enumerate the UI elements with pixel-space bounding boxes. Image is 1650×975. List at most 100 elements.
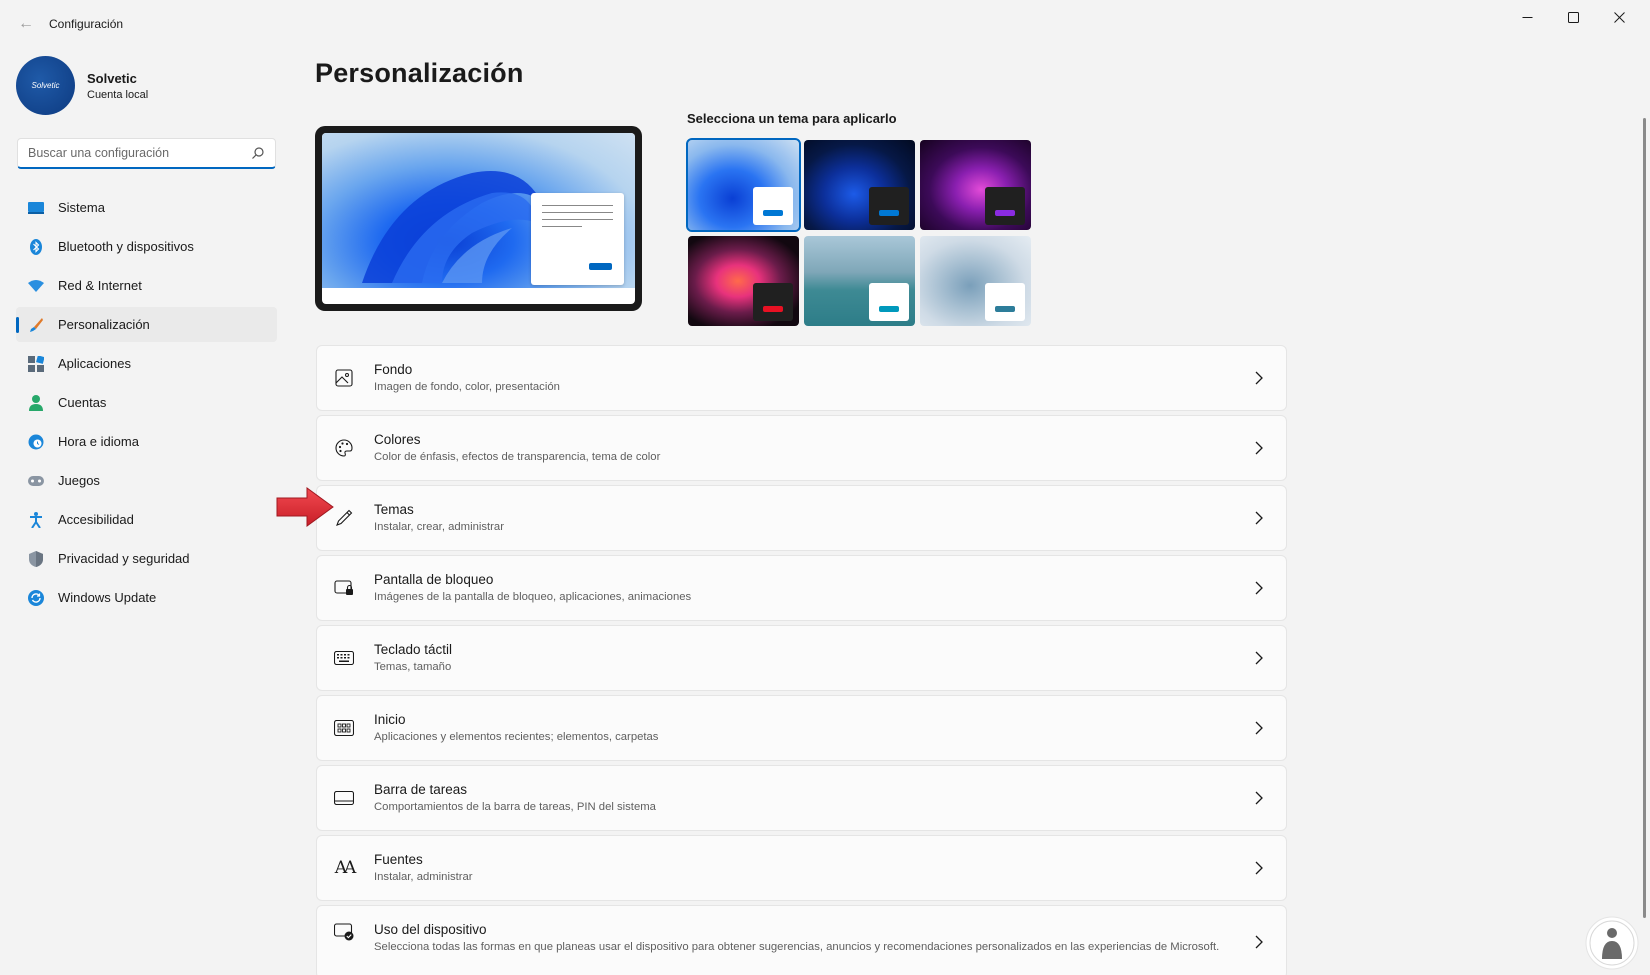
clock-globe-icon [28, 434, 44, 450]
lock-screen-icon [334, 578, 354, 598]
start-icon [334, 718, 354, 738]
theme-chip [869, 187, 909, 225]
theme-tile-flow[interactable] [920, 236, 1031, 326]
chevron-right-icon [1255, 511, 1263, 525]
sidebar-item-sistema[interactable]: Sistema [16, 190, 277, 225]
maximize-icon [1567, 11, 1579, 23]
profile-name: Solvetic [87, 70, 137, 86]
avatar-logo-text: Solvetic [31, 81, 60, 90]
chevron-right-icon [1255, 581, 1263, 595]
preview-accent-button [589, 263, 612, 270]
themes-label: Selecciona un tema para aplicarlo [687, 111, 897, 126]
setting-colores[interactable]: Colores Color de énfasis, efectos de tra… [316, 415, 1287, 481]
avatar: Solvetic [16, 56, 75, 115]
maximize-button[interactable] [1550, 0, 1596, 34]
sidebar-item-hora-idioma[interactable]: Hora e idioma [16, 424, 277, 459]
sidebar-item-label: Red & Internet [58, 278, 142, 293]
chevron-right-icon [1255, 721, 1263, 735]
sidebar-item-label: Aplicaciones [58, 356, 131, 371]
palette-icon [334, 438, 354, 458]
sidebar-item-personalizacion[interactable]: Personalización [16, 307, 277, 342]
setting-title: Uso del dispositivo [374, 922, 487, 937]
sidebar-item-label: Personalización [58, 317, 150, 332]
pen-icon [334, 508, 354, 528]
solvetic-logo-icon [1585, 916, 1639, 970]
sidebar-item-juegos[interactable]: Juegos [16, 463, 277, 498]
bluetooth-icon [28, 238, 44, 255]
sidebar-item-privacidad[interactable]: Privacidad y seguridad [16, 541, 277, 576]
chevron-right-icon [1255, 935, 1263, 949]
fonts-icon: AA [334, 858, 357, 878]
theme-chip [753, 283, 793, 321]
theme-chip [753, 187, 793, 225]
sidebar-item-aplicaciones[interactable]: Aplicaciones [16, 346, 277, 381]
profile-account-type: Cuenta local [87, 88, 149, 101]
theme-tile-sunrise[interactable] [804, 236, 915, 326]
sidebar-item-label: Juegos [58, 473, 100, 488]
chevron-right-icon [1255, 371, 1263, 385]
setting-title: Temas [374, 501, 414, 517]
taskbar-icon [334, 788, 354, 808]
sidebar-item-cuentas[interactable]: Cuentas [16, 385, 277, 420]
setting-uso-dispositivo[interactable]: Uso del dispositivo Selecciona todas las… [316, 905, 1287, 975]
setting-subtitle: Comportamientos de la barra de tareas, P… [374, 800, 656, 813]
sidebar-item-bluetooth[interactable]: Bluetooth y dispositivos [16, 229, 277, 264]
setting-title: Teclado táctil [374, 641, 453, 657]
user-profile[interactable]: Solvetic Solvetic Cuenta local [16, 56, 148, 115]
title-bar: ← Configuración [0, 0, 1650, 48]
setting-title: Inicio [374, 711, 406, 727]
search-box[interactable] [17, 138, 276, 169]
setting-fondo[interactable]: Fondo Imagen de fondo, color, presentaci… [316, 345, 1287, 411]
theme-preview [315, 126, 642, 311]
chevron-right-icon [1255, 861, 1263, 875]
sidebar-item-label: Hora e idioma [58, 434, 139, 449]
theme-tile-glow[interactable] [920, 140, 1031, 230]
setting-teclado-tactil[interactable]: Teclado táctil Temas, tamaño [316, 625, 1287, 691]
theme-chip [985, 283, 1025, 321]
brush-icon [28, 317, 44, 333]
setting-inicio[interactable]: Inicio Aplicaciones y elementos reciente… [316, 695, 1287, 761]
themes-grid [686, 138, 1031, 326]
settings-list: Fondo Imagen de fondo, color, presentaci… [316, 345, 1287, 975]
keyboard-icon [334, 648, 354, 668]
sidebar-item-label: Windows Update [58, 590, 157, 605]
gamepad-icon [28, 473, 44, 489]
setting-barra-tareas[interactable]: Barra de tareas Comportamientos de la ba… [316, 765, 1287, 831]
theme-chip [985, 187, 1025, 225]
accessibility-icon [28, 511, 44, 528]
setting-temas[interactable]: Temas Instalar, crear, administrar [316, 485, 1287, 551]
minimize-button[interactable] [1504, 0, 1550, 34]
setting-title: Colores [374, 431, 421, 447]
setting-subtitle: Temas, tamaño [374, 660, 452, 673]
chevron-right-icon [1255, 441, 1263, 455]
preview-window [531, 193, 624, 285]
setting-title: Fondo [374, 361, 413, 377]
sidebar-item-red-internet[interactable]: Red & Internet [16, 268, 277, 303]
theme-tile-captured-motion[interactable] [688, 236, 799, 326]
setting-subtitle: Instalar, administrar [374, 870, 473, 883]
setting-fuentes[interactable]: AA Fuentes Instalar, administrar [316, 835, 1287, 901]
theme-tile-windows-light[interactable] [686, 138, 801, 232]
sidebar-item-label: Bluetooth y dispositivos [58, 239, 194, 254]
setting-pantalla-bloqueo[interactable]: Pantalla de bloqueo Imágenes de la panta… [316, 555, 1287, 621]
sidebar-item-accesibilidad[interactable]: Accesibilidad [16, 502, 277, 537]
sidebar-item-label: Accesibilidad [58, 512, 134, 527]
theme-tile-windows-dark[interactable] [804, 140, 915, 230]
scrollbar[interactable] [1643, 118, 1646, 918]
shield-icon [28, 550, 44, 567]
search-input[interactable] [28, 146, 251, 160]
setting-subtitle: Instalar, crear, administrar [374, 520, 504, 533]
sidebar-item-label: Cuentas [58, 395, 107, 410]
search-icon[interactable] [251, 146, 265, 160]
chevron-right-icon [1255, 651, 1263, 665]
back-arrow-icon[interactable]: ← [16, 14, 36, 34]
sidebar-item-label: Sistema [58, 200, 105, 215]
close-button[interactable] [1596, 0, 1642, 34]
close-icon [1613, 11, 1625, 23]
update-icon [28, 589, 44, 606]
monitor-icon [28, 200, 44, 216]
setting-subtitle: Aplicaciones y elementos recientes; elem… [374, 730, 659, 743]
sidebar-item-windows-update[interactable]: Windows Update [16, 580, 277, 615]
device-usage-icon [334, 922, 354, 942]
wifi-icon [28, 278, 44, 294]
